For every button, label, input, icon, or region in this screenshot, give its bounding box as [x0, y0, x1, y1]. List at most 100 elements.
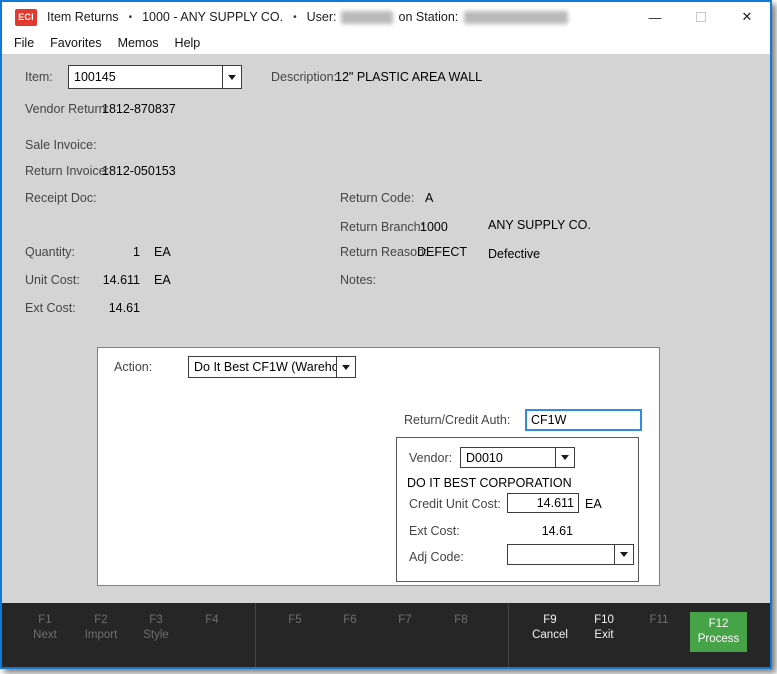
maximize-icon — [696, 12, 706, 22]
item-combobox[interactable]: 100145 — [68, 65, 242, 89]
eci-logo-icon: ECI — [15, 9, 37, 26]
adj-code-value — [508, 545, 614, 564]
fkey-f8[interactable]: F8 — [433, 613, 489, 628]
fkey-f2-import[interactable]: F2 Import — [73, 613, 129, 643]
notes-label: Notes: — [340, 273, 376, 287]
fkey-name: F3 — [128, 613, 184, 628]
receipt-doc-label: Receipt Doc: — [25, 191, 97, 205]
return-invoice-label: Return Invoice: — [25, 164, 109, 178]
fkey-name: F10 — [576, 613, 632, 628]
chevron-down-icon[interactable] — [336, 357, 355, 377]
fkey-f6[interactable]: F6 — [322, 613, 378, 628]
adj-code-combobox[interactable] — [507, 544, 634, 565]
fkey-label: Import — [73, 628, 129, 643]
unit-cost-uom: EA — [154, 273, 171, 287]
chevron-down-icon[interactable] — [614, 545, 633, 564]
return-invoice-value: 1812-050153 — [102, 164, 176, 178]
redacted-station-value — [464, 11, 568, 24]
panel-ext-cost-label: Ext Cost: — [409, 524, 460, 538]
fkey-name: F11 — [631, 613, 687, 628]
return-credit-auth-input[interactable] — [525, 409, 642, 431]
vendor-value: D0010 — [461, 448, 555, 467]
fkey-name: F6 — [322, 613, 378, 628]
quantity-value: 1 — [62, 245, 140, 259]
fkey-name: F4 — [184, 613, 240, 628]
credit-unit-cost-label: Credit Unit Cost: — [409, 497, 501, 511]
window-title-station-label: on Station: — [399, 10, 459, 24]
menu-memos[interactable]: Memos — [110, 34, 167, 52]
return-reason-label: Return Reason: — [340, 245, 428, 259]
return-branch-label: Return Branch: — [340, 220, 424, 234]
minimize-button[interactable]: — — [632, 2, 678, 32]
menu-file[interactable]: File — [6, 34, 42, 52]
fkey-f12-process[interactable]: F12 Process — [690, 612, 747, 652]
item-value: 100145 — [69, 66, 222, 88]
panel-ext-cost-value: 14.61 — [507, 524, 573, 538]
title-bullet-icon: • — [129, 12, 133, 23]
close-icon: ✕ — [742, 9, 753, 25]
return-branch-name: ANY SUPPLY CO. — [488, 218, 591, 232]
close-button[interactable]: ✕ — [724, 2, 770, 32]
action-value: Do It Best CF1W (Warehouse) — [189, 357, 336, 377]
fnbar-divider — [255, 603, 256, 667]
return-branch-value: 1000 — [420, 220, 448, 234]
fkey-label: Next — [17, 628, 73, 643]
fkey-name: F7 — [377, 613, 433, 628]
vendor-label: Vendor: — [409, 451, 452, 465]
return-code-label: Return Code: — [340, 191, 414, 205]
fkey-label: Style — [128, 628, 184, 643]
fkey-f10-exit[interactable]: F10 Exit — [576, 613, 632, 643]
vendor-panel: Vendor: D0010 DO IT BEST CORPORATION Cre… — [396, 437, 639, 582]
fkey-name: F8 — [433, 613, 489, 628]
menu-help[interactable]: Help — [167, 34, 209, 52]
fkey-name: F5 — [267, 613, 323, 628]
form-content: Item: 100145 Description: 12" PLASTIC AR… — [2, 54, 770, 600]
return-reason-name: Defective — [488, 247, 540, 261]
description-value: 12" PLASTIC AREA WALL — [335, 70, 482, 84]
fkey-name: F2 — [73, 613, 129, 628]
fkey-f1-next[interactable]: F1 Next — [17, 613, 73, 643]
fkey-name: F9 — [522, 613, 578, 628]
fkey-name: F12 — [690, 617, 747, 632]
app-window: ECI Item Returns • 1000 - ANY SUPPLY CO.… — [0, 0, 772, 669]
title-bar: ECI Item Returns • 1000 - ANY SUPPLY CO.… — [2, 2, 770, 32]
fkey-name: F1 — [17, 613, 73, 628]
vendor-name: DO IT BEST CORPORATION — [407, 476, 572, 490]
fkey-f3-style[interactable]: F3 Style — [128, 613, 184, 643]
fkey-label: Process — [690, 632, 747, 647]
function-key-bar: F1 Next F2 Import F3 Style F4 F5 F6 F7 F… — [2, 603, 770, 667]
window-title-user-label: User: — [307, 10, 337, 24]
action-combobox[interactable]: Do It Best CF1W (Warehouse) — [188, 356, 356, 378]
window-title-app: Item Returns — [47, 10, 119, 24]
fkey-label: Cancel — [522, 628, 578, 643]
vendor-combobox[interactable]: D0010 — [460, 447, 575, 468]
credit-unit-cost-uom: EA — [585, 497, 602, 511]
credit-unit-cost-input[interactable] — [507, 493, 579, 513]
window-controls: — ✕ — [632, 2, 770, 32]
item-label: Item: — [25, 70, 53, 84]
window-title-company: 1000 - ANY SUPPLY CO. — [142, 10, 283, 24]
fkey-f5[interactable]: F5 — [267, 613, 323, 628]
adj-code-label: Adj Code: — [409, 550, 464, 564]
fnbar-divider — [508, 603, 509, 667]
quantity-uom: EA — [154, 245, 171, 259]
title-bullet-icon: • — [293, 12, 297, 23]
chevron-down-icon[interactable] — [555, 448, 574, 467]
return-reason-value: DEFECT — [417, 245, 467, 259]
fkey-f9-cancel[interactable]: F9 Cancel — [522, 613, 578, 643]
minimize-icon: — — [649, 10, 662, 25]
vendor-return-label: Vendor Return: — [25, 102, 109, 116]
redacted-user-value — [341, 11, 393, 24]
description-label: Description: — [271, 70, 337, 84]
menu-bar: File Favorites Memos Help — [2, 32, 770, 54]
unit-cost-value: 14.611 — [62, 273, 140, 287]
menu-favorites[interactable]: Favorites — [42, 34, 109, 52]
vendor-return-value: 1812-870837 — [102, 102, 176, 116]
fkey-f7[interactable]: F7 — [377, 613, 433, 628]
fkey-f4[interactable]: F4 — [184, 613, 240, 628]
ext-cost-value: 14.61 — [62, 301, 140, 315]
return-credit-auth-label: Return/Credit Auth: — [404, 413, 510, 427]
maximize-button[interactable] — [678, 2, 724, 32]
chevron-down-icon[interactable] — [222, 66, 241, 88]
fkey-f11[interactable]: F11 — [631, 613, 687, 628]
